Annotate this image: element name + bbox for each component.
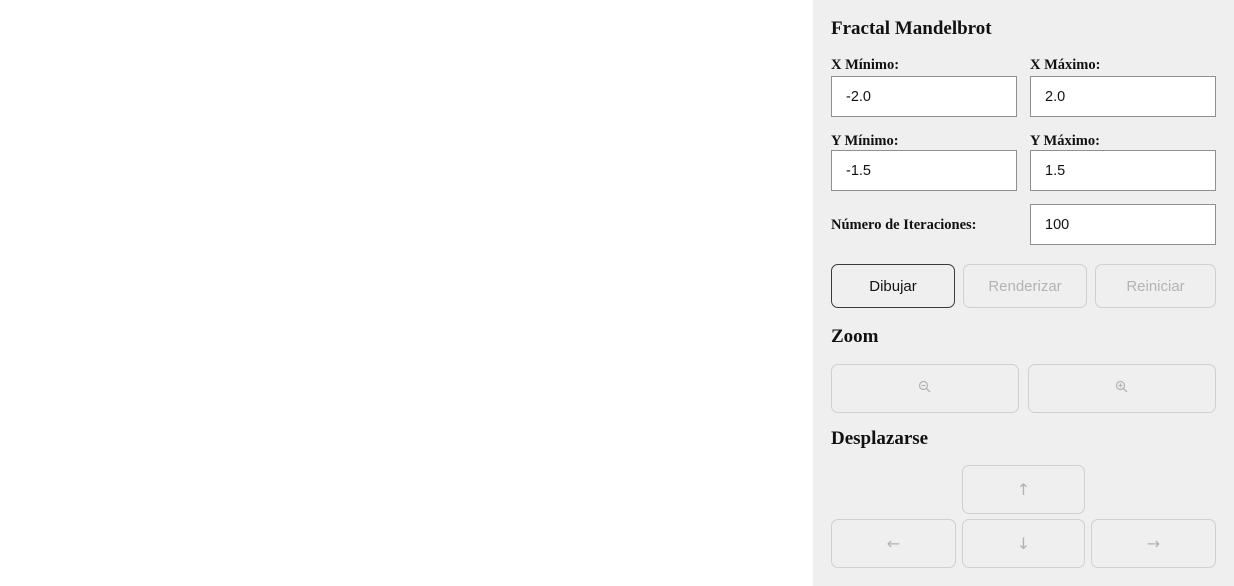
pan-down-button[interactable]: ↓ [962,519,1085,568]
pan-left-button[interactable]: ← [831,519,956,568]
render-button[interactable]: Renderizar [963,264,1087,308]
x-min-input[interactable] [831,76,1017,117]
zoom-section-title: Zoom [831,326,879,347]
y-max-label: Y Máximo: [1030,133,1100,149]
arrow-up-icon: ↑ [1016,479,1031,499]
y-min-input[interactable] [831,150,1017,191]
x-max-label: X Máximo: [1030,57,1101,73]
zoom-in-icon [1115,380,1129,397]
draw-button[interactable]: Dibujar [831,264,955,308]
reset-button[interactable]: Reiniciar [1095,264,1216,308]
x-max-input[interactable] [1030,76,1216,117]
y-max-input[interactable] [1030,150,1216,191]
pan-up-button[interactable]: ↑ [962,465,1085,514]
iterations-label: Número de Iteraciones: [831,217,977,233]
arrow-down-icon: ↓ [1016,533,1031,553]
x-min-label: X Mínimo: [831,57,900,73]
y-min-label: Y Mínimo: [831,133,899,149]
arrow-left-icon: ← [886,533,901,553]
zoom-out-button[interactable] [831,364,1019,413]
arrow-right-icon: → [1146,533,1161,553]
fractal-canvas[interactable] [0,0,813,586]
control-panel: Fractal Mandelbrot X Mínimo: X Máximo: Y… [813,0,1234,586]
zoom-in-button[interactable] [1028,364,1216,413]
panel-title: Fractal Mandelbrot [831,18,992,39]
pan-section-title: Desplazarse [831,428,929,449]
iterations-input[interactable] [1030,204,1216,245]
zoom-out-icon [918,380,932,397]
pan-right-button[interactable]: → [1091,519,1216,568]
